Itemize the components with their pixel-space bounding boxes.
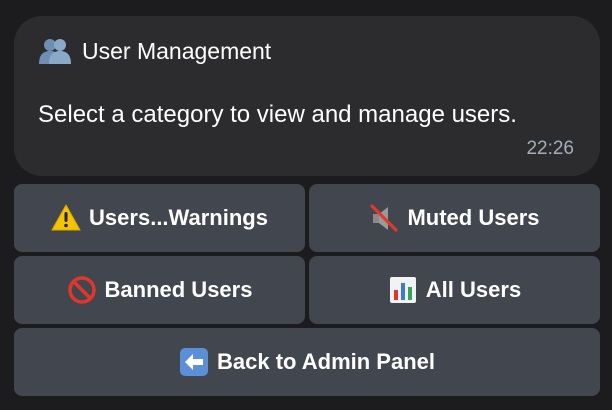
inline-keyboard: Users...Warnings Muted Users Banned User… (14, 184, 600, 400)
message-timestamp: 22:26 (526, 138, 574, 159)
users-warnings-button[interactable]: Users...Warnings (14, 184, 305, 252)
message-title-row: User Management (38, 36, 578, 66)
chat-screen: User Management Select a category to vie… (0, 0, 612, 410)
back-to-admin-panel-label: Back to Admin Panel (216, 349, 435, 374)
message-title: User Management (82, 37, 272, 64)
left-arrow-icon (179, 347, 209, 377)
users-warnings-label: Users...Warnings (89, 205, 268, 230)
back-to-admin-panel-button[interactable]: Back to Admin Panel (14, 328, 600, 396)
busts-in-silhouette-icon (38, 37, 72, 65)
message-body: Select a category to view and manage use… (38, 101, 517, 128)
all-users-label: All Users (425, 277, 522, 302)
bar-chart-icon (388, 275, 418, 305)
muted-users-button[interactable]: Muted Users (309, 184, 600, 252)
all-users-button[interactable]: All Users (309, 256, 600, 324)
banned-users-label: Banned Users (104, 277, 253, 302)
muted-speaker-icon (369, 203, 399, 233)
muted-users-label: Muted Users (407, 205, 540, 230)
warning-icon (51, 203, 81, 233)
banned-users-button[interactable]: Banned Users (14, 256, 305, 324)
message-bubble: User Management Select a category to vie… (14, 16, 600, 176)
prohibited-icon (67, 275, 97, 305)
